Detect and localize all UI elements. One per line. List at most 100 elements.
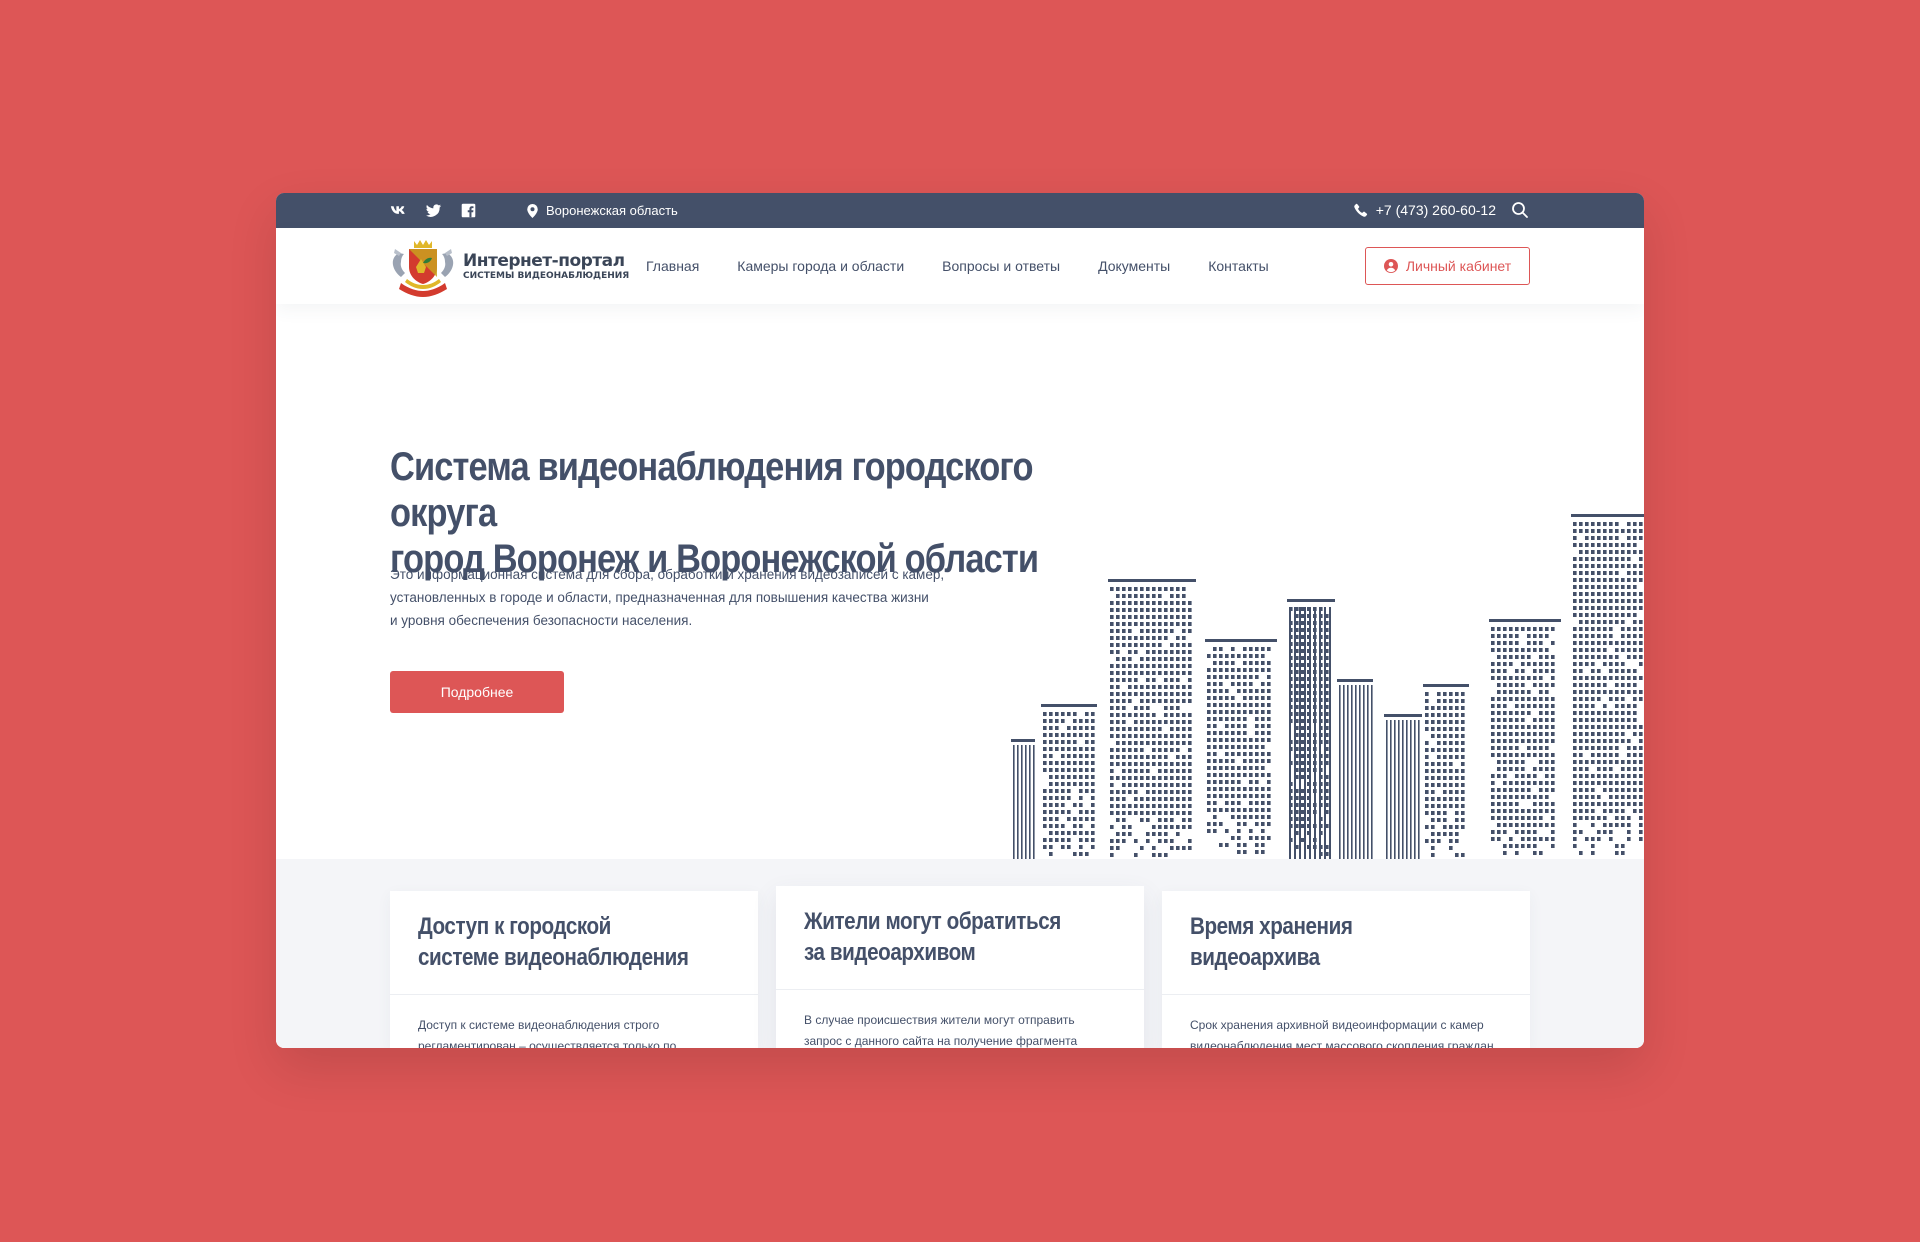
building-window: [1545, 795, 1549, 799]
building-window: [1243, 731, 1247, 735]
building-window: [1455, 853, 1459, 857]
building-window: [1116, 734, 1120, 738]
building-window: [1621, 676, 1625, 680]
building-window: [1461, 692, 1465, 696]
building-window: [1627, 641, 1631, 645]
building-window: [1110, 720, 1114, 724]
building-window: [1609, 634, 1613, 638]
building-window: [1237, 829, 1241, 833]
building-window: [1621, 578, 1625, 582]
building-window: [1225, 745, 1229, 749]
building-window: [1188, 720, 1192, 724]
building-roof: [1287, 599, 1335, 602]
building-window: [1231, 682, 1235, 686]
building-window: [1579, 550, 1583, 554]
nav-item-documents[interactable]: Документы: [1098, 258, 1170, 274]
building-window: [1585, 697, 1589, 701]
building-window: [1116, 608, 1120, 612]
phone-link[interactable]: +7 (473) 260-60-12: [1353, 202, 1496, 218]
building-window: [1313, 838, 1317, 842]
building-window: [1140, 587, 1144, 591]
feature-card-archive-request[interactable]: Жители могут обратиться за видеоархивом …: [776, 886, 1144, 1048]
building-window: [1609, 837, 1613, 841]
building-window: [1585, 522, 1589, 526]
more-button[interactable]: Подробнее: [390, 671, 564, 713]
building-window: [1579, 774, 1583, 778]
building-window: [1073, 782, 1077, 786]
building-window: [1116, 713, 1120, 717]
city-skyline-illustration: [1011, 514, 1644, 859]
building-window: [1579, 557, 1583, 561]
building-window: [1158, 629, 1162, 633]
building-window: [1621, 592, 1625, 596]
building-window: [1579, 760, 1583, 764]
building-window: [1110, 713, 1114, 717]
building-window: [1176, 748, 1180, 752]
building-window: [1295, 663, 1299, 667]
building-window: [1455, 699, 1459, 703]
building-window: [1319, 698, 1323, 702]
building-window: [1573, 641, 1577, 645]
building-window: [1301, 768, 1305, 772]
building-window: [1533, 648, 1537, 652]
building-window: [1455, 734, 1459, 738]
building-window: [1573, 837, 1577, 841]
building-window: [1585, 634, 1589, 638]
building-window: [1615, 529, 1619, 533]
building-window: [1116, 804, 1120, 808]
personal-account-button[interactable]: Личный кабинет: [1365, 247, 1530, 285]
building-window: [1219, 675, 1223, 679]
building-window: [1579, 753, 1583, 757]
building-window: [1295, 656, 1299, 660]
building-window: [1079, 726, 1083, 730]
building-window: [1545, 690, 1549, 694]
building-window: [1164, 825, 1168, 829]
building-window: [1455, 797, 1459, 801]
building-window: [1573, 746, 1577, 750]
facebook-icon[interactable]: [460, 202, 477, 219]
building-window: [1573, 683, 1577, 687]
building-window: [1585, 641, 1589, 645]
building-window: [1182, 776, 1186, 780]
building-window: [1225, 843, 1229, 847]
vk-icon[interactable]: [390, 202, 407, 219]
nav-item-cameras[interactable]: Камеры города и области: [737, 258, 904, 274]
building-window: [1313, 747, 1317, 751]
building-window: [1307, 621, 1311, 625]
building-window: [1621, 851, 1625, 855]
building-window: [1122, 629, 1126, 633]
building-window: [1603, 655, 1607, 659]
building-window: [1545, 823, 1549, 827]
building-window: [1585, 837, 1589, 841]
feature-card-access[interactable]: Доступ к городской системе видеонаблюден…: [390, 891, 758, 1048]
building-window: [1615, 613, 1619, 617]
building-window: [1164, 601, 1168, 605]
building-window: [1633, 725, 1637, 729]
building-window: [1497, 648, 1501, 652]
site-logo[interactable]: Интернет-портал СИСТЕМЫ ВИДЕОНАБЛЮДЕНИЯ: [389, 235, 629, 299]
building-window: [1325, 614, 1329, 618]
building-window: [1110, 783, 1114, 787]
building-window: [1497, 669, 1501, 673]
building-window: [1603, 606, 1607, 610]
nav-item-home[interactable]: Главная: [646, 258, 699, 274]
building-window: [1207, 766, 1211, 770]
building-window: [1497, 725, 1501, 729]
region-selector[interactable]: Воронежская область: [527, 203, 678, 218]
nav-item-contacts[interactable]: Контакты: [1208, 258, 1268, 274]
building-window: [1231, 675, 1235, 679]
building-window: [1134, 804, 1138, 808]
feature-card-storage-time[interactable]: Время хранения видеоархива Срок хранения…: [1162, 891, 1530, 1048]
building-window: [1091, 803, 1095, 807]
building-window: [1049, 712, 1053, 716]
building-window: [1249, 787, 1253, 791]
building-window: [1521, 830, 1525, 834]
twitter-icon[interactable]: [425, 202, 442, 219]
search-icon[interactable]: [1511, 201, 1529, 219]
feature-card-title-line-1: Доступ к городской: [418, 913, 611, 940]
nav-item-faq[interactable]: Вопросы и ответы: [942, 258, 1060, 274]
building-window: [1609, 711, 1613, 715]
building-window: [1597, 543, 1601, 547]
building-window: [1079, 768, 1083, 772]
building-window: [1633, 613, 1637, 617]
